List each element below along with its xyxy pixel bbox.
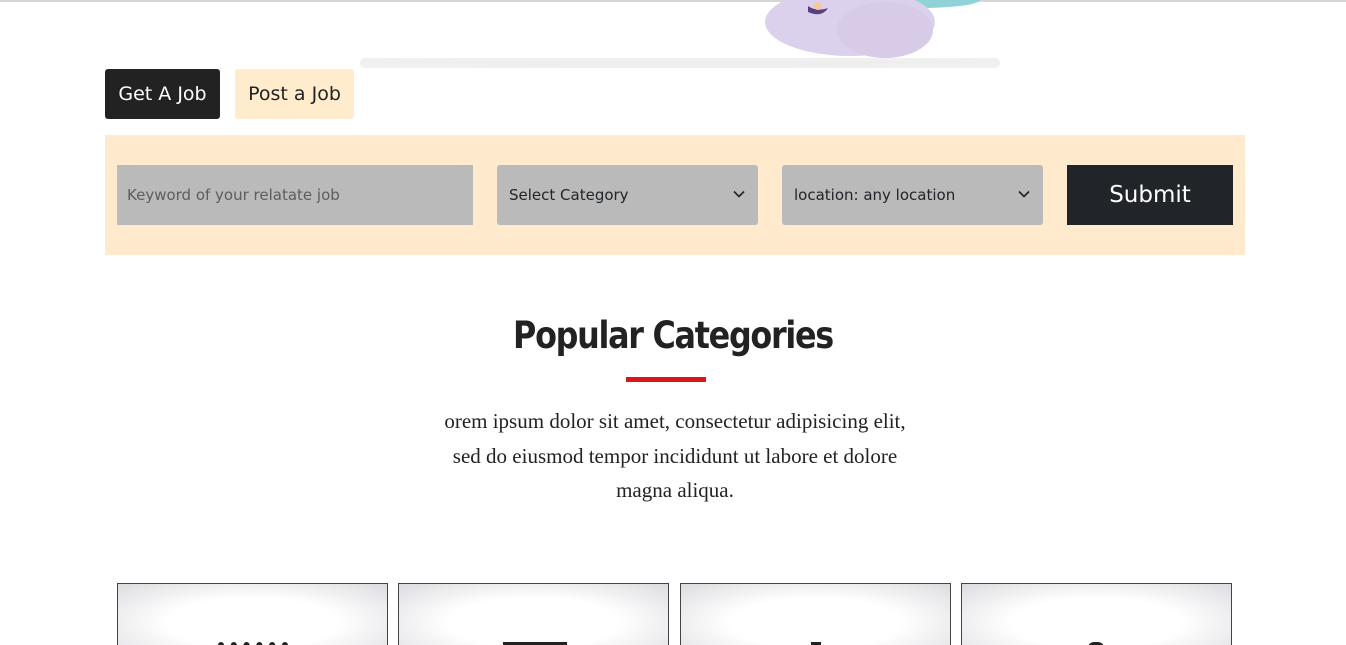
section-title: Popular Categories — [513, 314, 834, 357]
keyword-search-input[interactable] — [117, 165, 473, 225]
location-select[interactable]: location: any location — [782, 165, 1043, 225]
job-search-panel: Select Category location: any location S… — [105, 135, 1245, 255]
post-a-job-tab[interactable]: Post a Job — [235, 69, 354, 119]
category-select[interactable]: Select Category — [497, 165, 758, 225]
submit-button[interactable]: Submit — [1067, 165, 1233, 225]
get-a-job-tab[interactable]: Get A Job — [105, 69, 220, 119]
category-card[interactable] — [398, 583, 669, 645]
title-underline — [626, 377, 706, 382]
chevron-down-icon — [733, 190, 745, 198]
section-description: orem ipsum dolor sit amet, consectetur a… — [444, 409, 906, 502]
chevron-down-icon — [1018, 190, 1030, 198]
hero-illustration — [360, 0, 1000, 68]
category-select-value: Select Category — [509, 186, 629, 204]
category-card[interactable] — [117, 583, 388, 645]
category-card[interactable] — [961, 583, 1232, 645]
location-select-value: location: any location — [794, 186, 956, 204]
category-card[interactable] — [680, 583, 951, 645]
